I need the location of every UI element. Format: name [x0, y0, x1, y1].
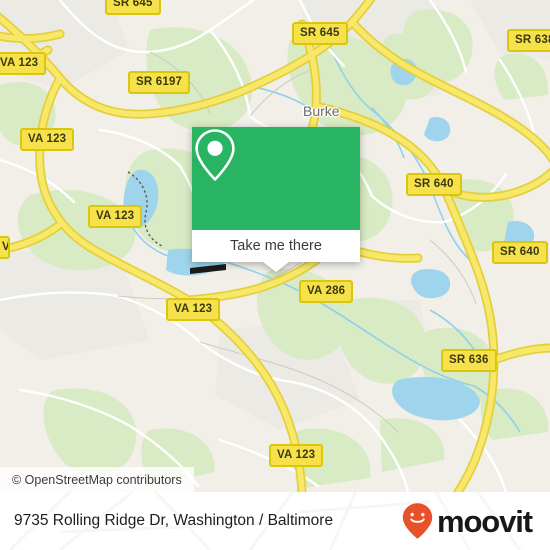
popup-thumbnail	[192, 127, 360, 230]
map-pin-icon	[192, 127, 360, 230]
road-shield[interactable]: SR 645	[292, 22, 348, 45]
road-shield[interactable]: SR 640	[406, 173, 462, 196]
moovit-wordmark: moovit	[436, 503, 533, 539]
road-shield[interactable]: VA 286	[299, 280, 354, 303]
road-shield[interactable]: VA 123	[88, 205, 143, 228]
moovit-logo[interactable]: moovit	[401, 502, 533, 540]
map-canvas[interactable]: Burke SR 645 SR 645 SR 638 VA 123 SR 619…	[0, 0, 550, 492]
footer-bar: 9735 Rolling Ridge Dr, Washington / Balt…	[0, 492, 550, 550]
road-shield[interactable]: VA 123	[0, 236, 10, 259]
road-shield[interactable]: VA 123	[166, 298, 221, 321]
moovit-pin-icon	[402, 503, 433, 539]
road-shield[interactable]: SR 6197	[128, 71, 191, 94]
map-attribution[interactable]: © OpenStreetMap contributors	[0, 467, 194, 492]
place-label-burke: Burke	[303, 103, 340, 119]
road-shield[interactable]: SR 636	[441, 349, 497, 372]
road-shield[interactable]: VA 123	[0, 52, 47, 75]
road-shield[interactable]: SR 640	[492, 241, 548, 264]
road-shield[interactable]: SR 638	[507, 29, 550, 52]
take-me-there-button[interactable]: Take me there	[192, 230, 360, 262]
attribution-text: © OpenStreetMap contributors	[12, 472, 182, 487]
road-shield[interactable]: VA 123	[20, 128, 75, 151]
take-me-there-label: Take me there	[230, 238, 322, 254]
road-shield[interactable]: VA 123	[269, 444, 324, 467]
destination-popup[interactable]: Take me there	[192, 127, 360, 272]
moovit-map-screenshot: Burke SR 645 SR 645 SR 638 VA 123 SR 619…	[0, 0, 550, 550]
road-shield[interactable]: SR 645	[105, 0, 161, 15]
popup-pointer-tail	[263, 262, 289, 272]
location-title: 9735 Rolling Ridge Dr, Washington / Balt…	[14, 512, 334, 529]
